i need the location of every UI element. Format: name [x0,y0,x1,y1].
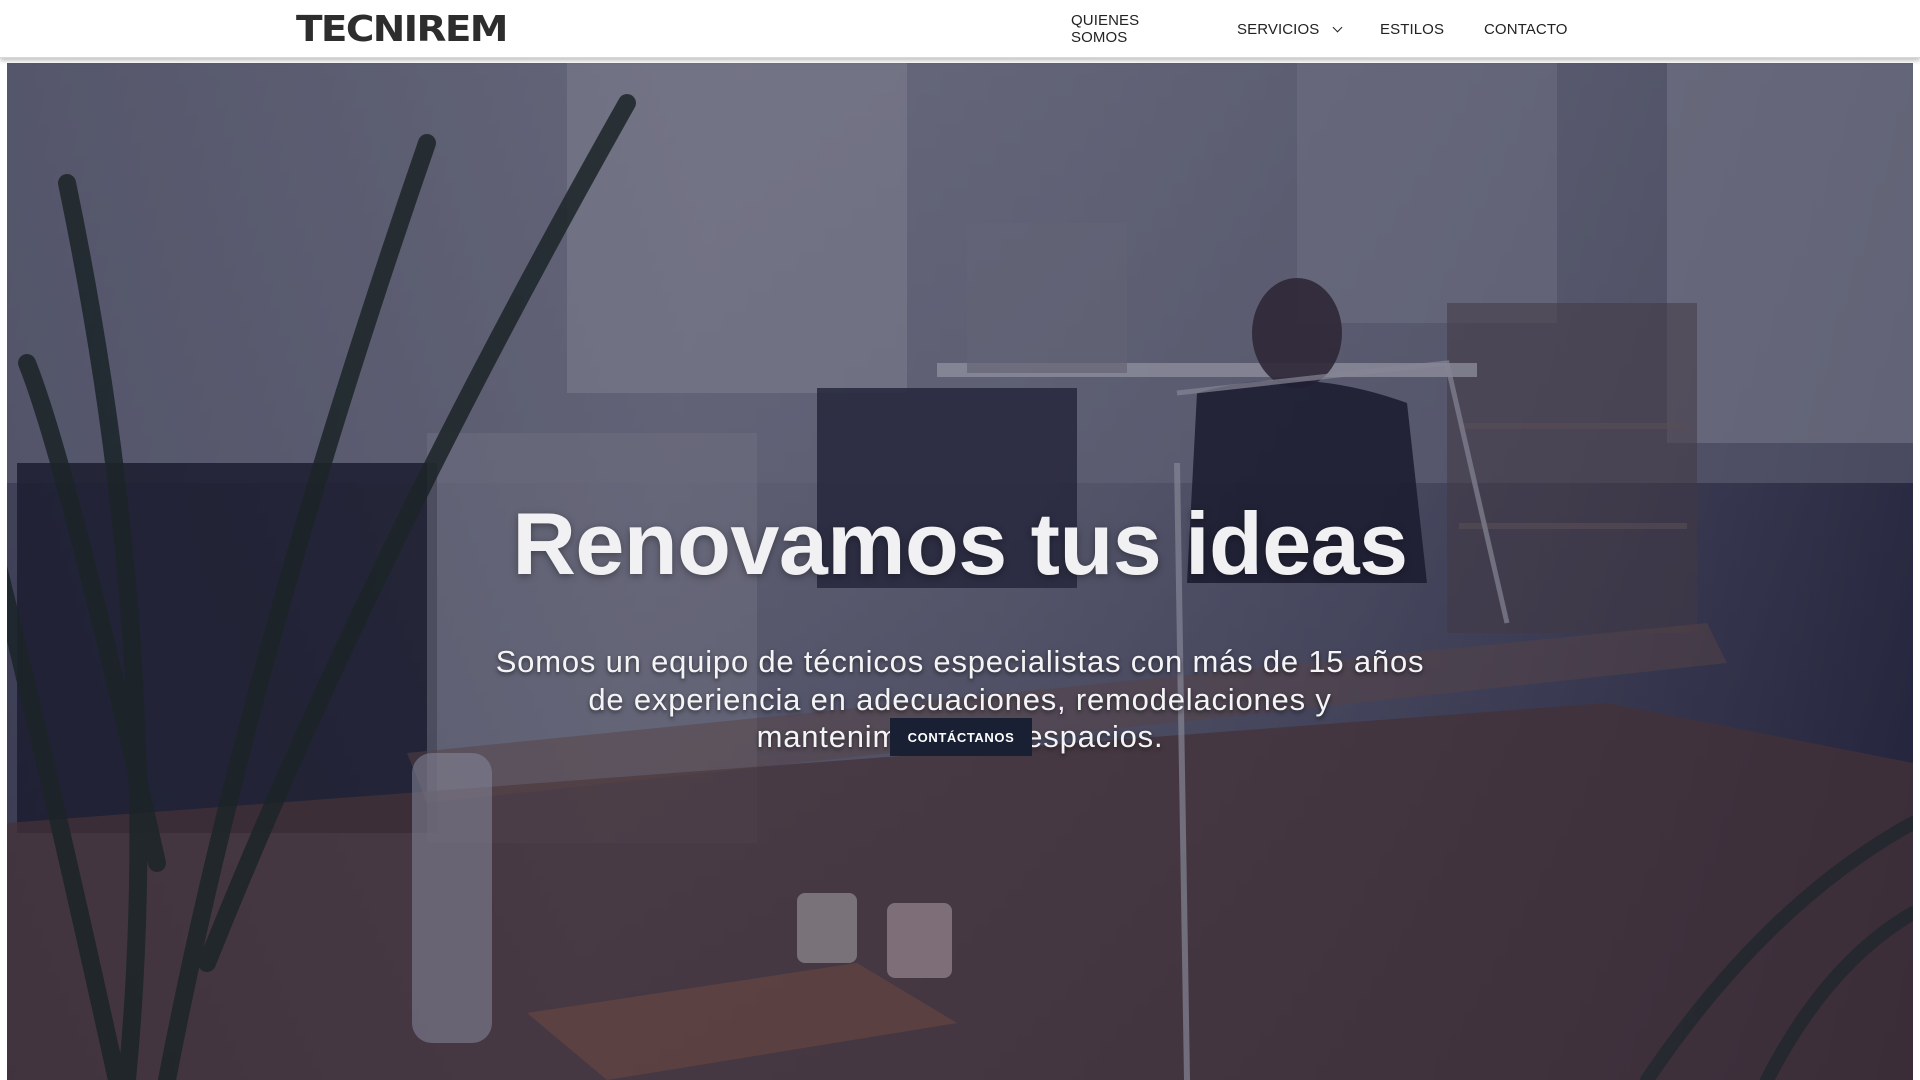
nav-item-label: ESTILOS [1380,20,1445,38]
nav-item-servicios[interactable]: SERVICIOS [1237,20,1343,38]
nav-item-label: CONTACTO [1484,20,1568,38]
hero-title: Renovamos tus ideas [512,494,1408,593]
nav-item-label: QUIENES SOMOS [1071,12,1140,46]
nav-item-estilos[interactable]: ESTILOS [1380,21,1444,38]
nav-item-label: SERVICIOS [1237,20,1320,38]
nav-item-contacto[interactable]: CONTACTO [1484,21,1568,38]
hero-section: Renovamos tus ideas Somos un equipo de t… [7,63,1913,1080]
nav-item-quienes-somos[interactable]: QUIENES SOMOS [1071,12,1139,46]
hero-content: Renovamos tus ideas Somos un equipo de t… [7,63,1913,1080]
logo-text: TECNIREM [296,9,508,50]
chevron-down-icon[interactable] [1332,22,1343,33]
contact-cta-button[interactable]: Contáctanos [890,718,1032,756]
brand-logo[interactable]: TECNIREM [296,10,508,50]
site-header: TECNIREM QUIENES SOMOS SERVICIOS ESTILOS… [0,0,1920,58]
